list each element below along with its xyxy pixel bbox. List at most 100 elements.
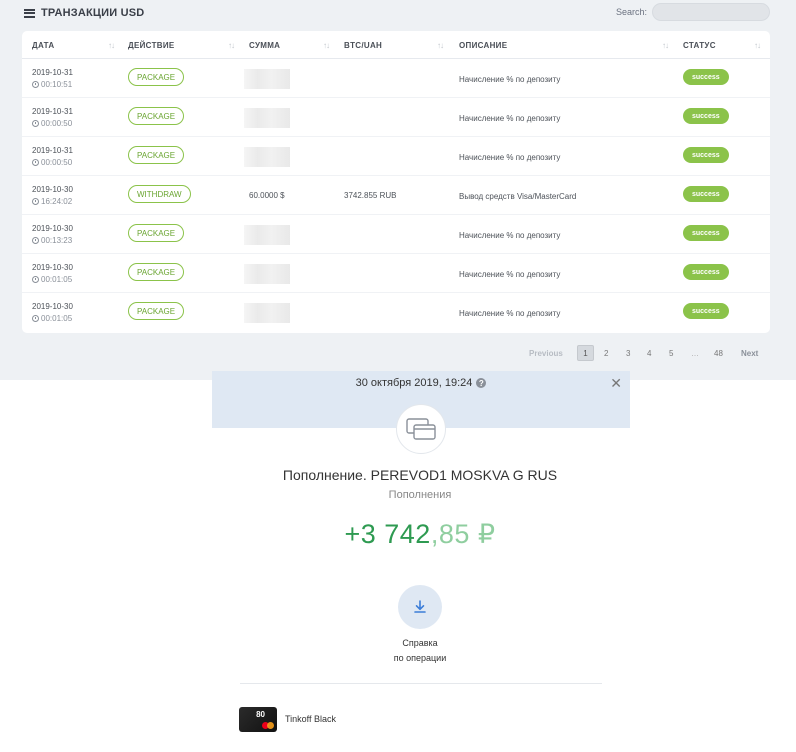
sort-icon[interactable]: ↑↓: [437, 41, 444, 50]
row-date: 2019-10-30: [32, 263, 73, 272]
clock-icon: [32, 198, 39, 205]
download-icon: [414, 600, 426, 613]
row-time: 00:01:05: [32, 275, 72, 284]
status-badge: success: [683, 225, 729, 241]
row-time: 00:13:23: [32, 236, 72, 245]
transactions-table: ДАТА ↑↓ ДЕЙСТВИЕ ↑↓ СУММА ↑↓ BTC/UAH ↑↓ …: [22, 31, 770, 333]
row-time-text: 00:00:50: [41, 119, 73, 128]
cards-icon: [396, 404, 446, 454]
row-time: 00:00:50: [32, 119, 72, 128]
row-time: 00:10:51: [32, 80, 72, 89]
row-time-text: 00:00:50: [41, 158, 73, 167]
row-description: Начисление % по депозиту: [459, 114, 561, 123]
redacted-amount: [244, 108, 290, 128]
next-button[interactable]: Next: [741, 345, 758, 361]
operation-category: Пополнения: [388, 489, 452, 501]
sort-icon[interactable]: ↑↓: [108, 41, 115, 50]
row-time-text: 16:24:02: [41, 197, 73, 206]
status-badge: success: [683, 303, 729, 319]
table-row: 2019-10-30 16:24:02 WITHDRAW 60.0000 $ 3…: [22, 176, 770, 215]
status-badge: success: [683, 264, 729, 280]
table-row: 2019-10-31 00:10:51 PACKAGE Начисление %…: [22, 59, 770, 98]
question-icon[interactable]: ?: [476, 378, 487, 388]
clock-icon: [32, 276, 39, 283]
operation-datetime-text: 30 октября 2019, 19:24: [355, 377, 473, 389]
row-description: Начисление % по депозиту: [459, 231, 561, 240]
pagination: Previous 1 2 3 4 5 … 48 Next: [0, 345, 796, 361]
action-badge: PACKAGE: [128, 224, 185, 242]
mastercard-icon: [262, 722, 274, 729]
card-name: Tinkoff Black: [285, 714, 337, 724]
row-time: 16:24:02: [32, 197, 72, 206]
status-badge: success: [683, 69, 729, 85]
row-time-text: 00:13:23: [41, 236, 73, 245]
download-button[interactable]: [398, 585, 442, 629]
panel-title-text: ТРАНЗАКЦИИ USD: [41, 7, 145, 19]
row-description: Начисление % по депозиту: [459, 309, 561, 318]
action-badge: PACKAGE: [128, 263, 185, 281]
row-time-text: 00:01:05: [41, 314, 73, 323]
page-5-button[interactable]: 5: [669, 345, 673, 361]
page-48-button[interactable]: 48: [714, 345, 723, 361]
row-description: Начисление % по депозиту: [459, 75, 561, 84]
clock-icon: [32, 120, 39, 127]
row-description: Начисление % по депозиту: [459, 153, 561, 162]
clock-icon: [32, 159, 39, 166]
sort-icon[interactable]: ↑↓: [323, 41, 330, 50]
row-time-text: 00:01:05: [41, 275, 73, 284]
reference-line-1: Справка: [402, 638, 438, 648]
page-2-button[interactable]: 2: [604, 345, 608, 361]
row-date: 2019-10-30: [32, 302, 73, 311]
previous-button[interactable]: Previous: [529, 345, 563, 361]
column-header-status[interactable]: СТАТУС: [683, 41, 716, 50]
action-badge: WITHDRAW: [128, 185, 191, 203]
row-date: 2019-10-31: [32, 146, 73, 155]
redacted-amount: [244, 69, 290, 89]
action-badge: PACKAGE: [128, 68, 185, 86]
column-header-date[interactable]: ДАТА: [32, 41, 54, 50]
sort-icon[interactable]: ↑↓: [228, 41, 235, 50]
operation-title: Пополнение. PEREVOD1 MOSKVA G RUS: [282, 467, 558, 483]
sort-icon[interactable]: ↑↓: [754, 41, 761, 50]
redacted-amount: [244, 147, 290, 167]
amount-integer: +3 742: [344, 519, 431, 549]
page-4-button[interactable]: 4: [647, 345, 651, 361]
action-badge: PACKAGE: [128, 146, 185, 164]
row-date: 2019-10-30: [32, 224, 73, 233]
table-row: 2019-10-30 00:01:05 PACKAGE Начисление %…: [22, 293, 770, 332]
status-badge: success: [683, 147, 729, 163]
page-1-button[interactable]: 1: [577, 345, 594, 361]
column-header-amount[interactable]: СУММА: [249, 41, 280, 50]
row-time-text: 00:10:51: [41, 80, 73, 89]
page-3-button[interactable]: 3: [626, 345, 630, 361]
operation-datetime: 30 октября 2019, 19:24 ?: [212, 377, 630, 389]
search-label: Search:: [615, 7, 647, 17]
row-date: 2019-10-31: [32, 107, 73, 116]
row-btc-uah: 3742.855 RUB: [344, 191, 397, 200]
row-amount: 60.0000 $: [249, 191, 285, 200]
close-icon[interactable]: ✕: [610, 375, 622, 392]
panel-title: ТРАНЗАКЦИИ USD: [24, 7, 144, 19]
operation-amount: +3 742,85 ₽: [0, 519, 796, 550]
column-header-description[interactable]: ОПИСАНИЕ: [459, 41, 507, 50]
action-badge: PACKAGE: [128, 107, 185, 125]
table-row: 2019-10-31 00:00:50 PACKAGE Начисление %…: [22, 98, 770, 137]
table-icon: [24, 8, 35, 18]
status-badge: success: [683, 108, 729, 124]
table-row: 2019-10-31 00:00:50 PACKAGE Начисление %…: [22, 137, 770, 176]
column-header-btc-uah[interactable]: BTC/UAH: [344, 41, 382, 50]
search-input[interactable]: [652, 3, 770, 21]
pagination-ellipsis: …: [691, 348, 699, 358]
sort-icon[interactable]: ↑↓: [662, 41, 669, 50]
amount-decimal: ,85 ₽: [430, 519, 496, 549]
column-header-action[interactable]: ДЕЙСТВИЕ: [128, 41, 175, 50]
table-header: ДАТА ↑↓ ДЕЙСТВИЕ ↑↓ СУММА ↑↓ BTC/UAH ↑↓ …: [22, 31, 770, 59]
card-thumbnail: 80: [239, 707, 277, 732]
operation-reference-link[interactable]: Справка по операции: [360, 636, 480, 666]
row-date: 2019-10-31: [32, 68, 73, 77]
clock-icon: [32, 237, 39, 244]
table-row: 2019-10-30 00:13:23 PACKAGE Начисление %…: [22, 215, 770, 254]
redacted-amount: [244, 264, 290, 284]
search-area: Search:: [616, 3, 770, 21]
action-badge: PACKAGE: [128, 302, 185, 320]
